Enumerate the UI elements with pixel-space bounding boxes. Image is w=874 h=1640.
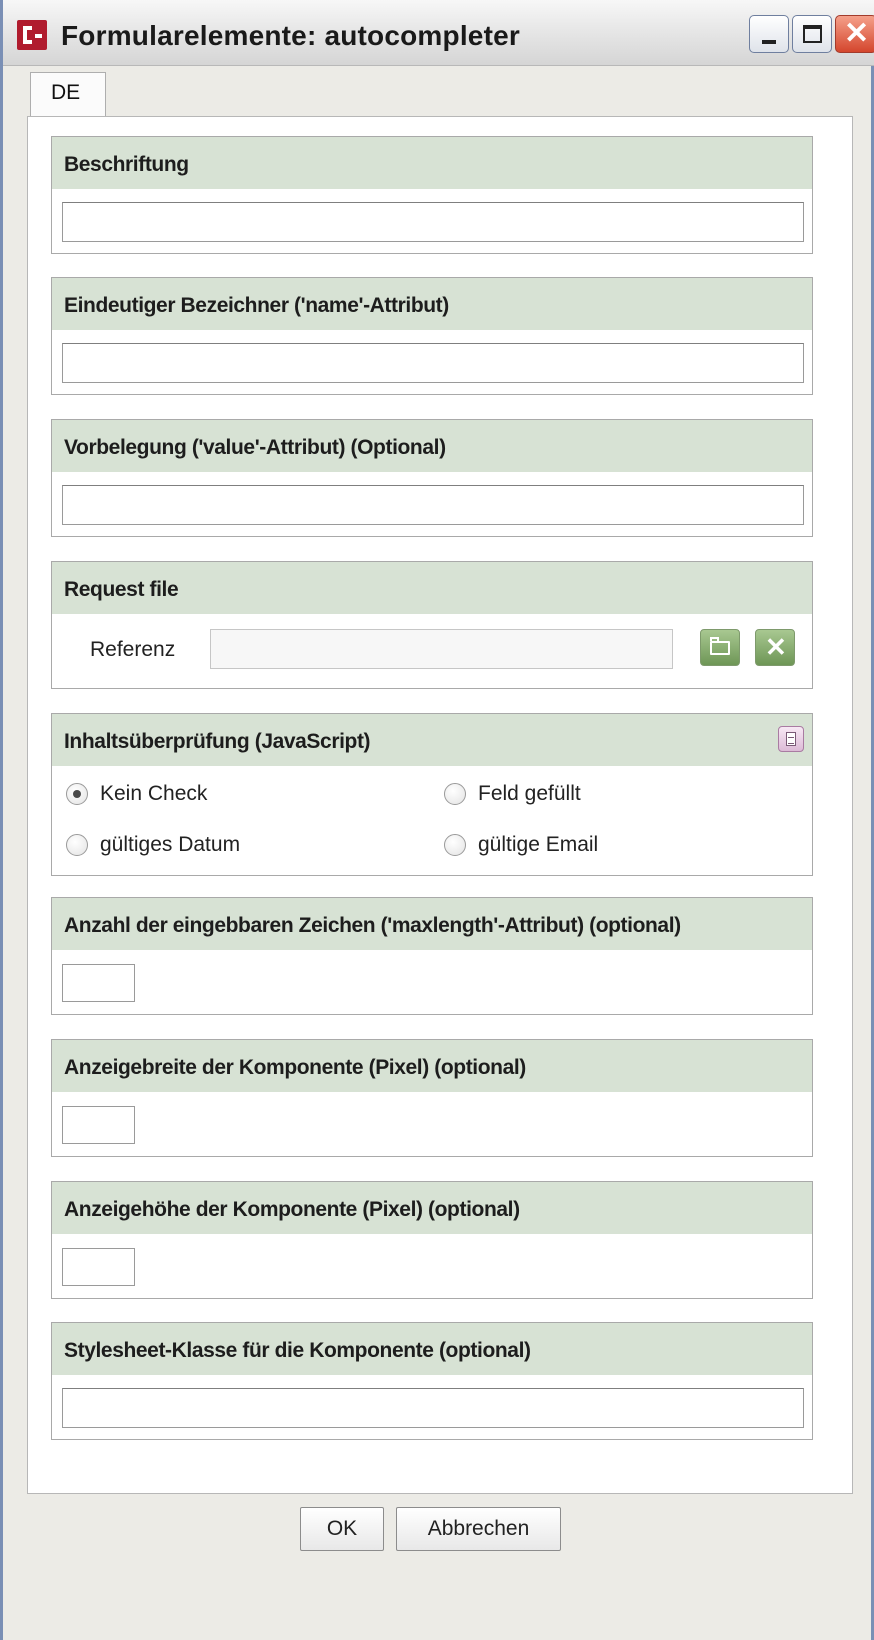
section-label-heading: Beschriftung bbox=[52, 137, 812, 189]
section-height: Anzeigehöhe der Komponente (Pixel) (opti… bbox=[51, 1181, 813, 1299]
window-title: Formularelemente: autocompleter bbox=[61, 20, 520, 51]
section-value-heading: Vorbelegung ('value'-Attribut) (Optional… bbox=[52, 420, 812, 472]
section-maxlength: Anzahl der eingebbaren Zeichen ('maxleng… bbox=[51, 897, 813, 1015]
cancel-button[interactable]: Abbrechen bbox=[396, 1507, 561, 1551]
section-request-file-heading: Request file bbox=[52, 562, 812, 614]
radio-label: Feld gefüllt bbox=[478, 782, 581, 805]
validation-heading-text: Inhaltsüberprüfung (JavaScript) bbox=[64, 730, 371, 753]
radio-button[interactable] bbox=[66, 834, 88, 856]
radio-label: gültiges Datum bbox=[100, 833, 241, 856]
maxlength-input[interactable] bbox=[62, 964, 135, 1002]
section-width-heading: Anzeigebreite der Komponente (Pixel) (op… bbox=[52, 1040, 812, 1092]
document-icon[interactable] bbox=[778, 726, 804, 752]
maximize-icon bbox=[803, 25, 822, 43]
reference-label: Referenz bbox=[90, 638, 176, 661]
ok-button[interactable]: OK bbox=[300, 1507, 384, 1551]
open-reference-button[interactable] bbox=[700, 629, 740, 666]
radio-button[interactable] bbox=[444, 834, 466, 856]
section-width: Anzeigebreite der Komponente (Pixel) (op… bbox=[51, 1039, 813, 1157]
height-input[interactable] bbox=[62, 1248, 135, 1286]
clear-icon: ✕ bbox=[765, 632, 787, 662]
css-class-input[interactable] bbox=[62, 1388, 804, 1428]
close-icon: ✕ bbox=[844, 17, 870, 50]
dialog-window: Formularelemente: autocompleter ✕ DE Bes… bbox=[0, 0, 874, 1640]
maximize-button[interactable] bbox=[792, 15, 832, 53]
section-value: Vorbelegung ('value'-Attribut) (Optional… bbox=[51, 419, 813, 537]
minimize-icon bbox=[762, 40, 776, 44]
section-label: Beschriftung bbox=[51, 136, 813, 254]
section-validation: Inhaltsüberprüfung (JavaScript) Kein Che… bbox=[51, 713, 813, 876]
close-button[interactable]: ✕ bbox=[835, 15, 874, 53]
minimize-button[interactable] bbox=[749, 15, 789, 53]
section-css-class: Stylesheet-Klasse für die Komponente (op… bbox=[51, 1322, 813, 1440]
app-logo-icon bbox=[17, 20, 47, 50]
title-bar[interactable]: Formularelemente: autocompleter ✕ bbox=[3, 0, 874, 66]
radio-label: gültige Email bbox=[478, 833, 599, 856]
section-request-file: Request file Referenz ✕ bbox=[51, 561, 813, 689]
label-input[interactable] bbox=[62, 202, 804, 242]
radio-button-checked[interactable] bbox=[66, 783, 88, 805]
section-css-class-heading: Stylesheet-Klasse für die Komponente (op… bbox=[52, 1323, 812, 1375]
open-folder-icon bbox=[710, 637, 730, 655]
section-validation-heading: Inhaltsüberprüfung (JavaScript) bbox=[52, 714, 812, 766]
tab-de[interactable]: DE bbox=[30, 72, 106, 117]
reference-input[interactable] bbox=[210, 629, 673, 669]
clear-reference-button[interactable]: ✕ bbox=[755, 629, 795, 666]
section-height-heading: Anzeigehöhe der Komponente (Pixel) (opti… bbox=[52, 1182, 812, 1234]
value-input[interactable] bbox=[62, 485, 804, 525]
section-name: Eindeutiger Bezeichner ('name'-Attribut) bbox=[51, 277, 813, 395]
section-name-heading: Eindeutiger Bezeichner ('name'-Attribut) bbox=[52, 278, 812, 330]
section-maxlength-heading: Anzahl der eingebbaren Zeichen ('maxleng… bbox=[52, 898, 812, 950]
radio-button[interactable] bbox=[444, 783, 466, 805]
radio-label: Kein Check bbox=[100, 782, 208, 805]
name-input[interactable] bbox=[62, 343, 804, 383]
width-input[interactable] bbox=[62, 1106, 135, 1144]
